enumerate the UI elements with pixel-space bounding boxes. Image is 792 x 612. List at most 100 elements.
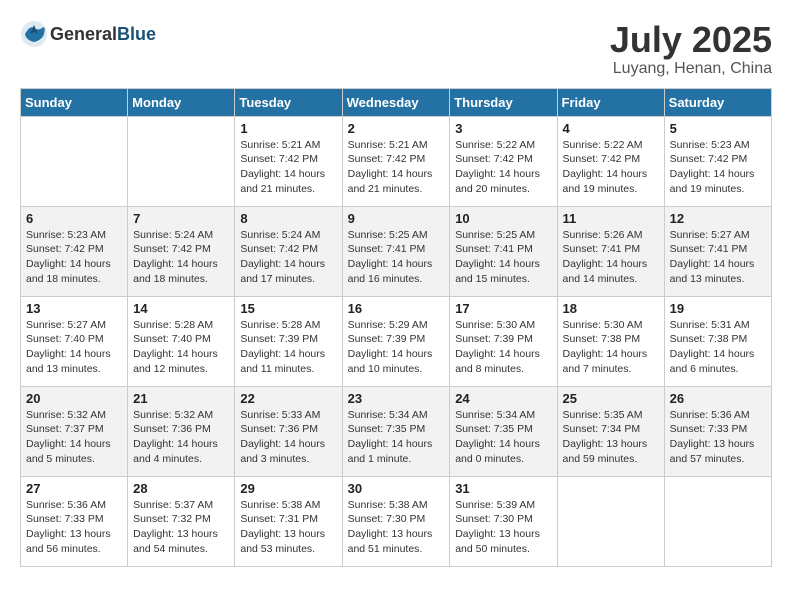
day-detail: Sunrise: 5:36 AM Sunset: 7:33 PM Dayligh… [670,408,766,467]
day-number: 30 [348,481,445,496]
calendar-day-cell: 17 Sunrise: 5:30 AM Sunset: 7:39 PM Dayli… [450,296,557,386]
day-number: 18 [563,301,659,316]
calendar-week-row: 27 Sunrise: 5:36 AM Sunset: 7:33 PM Dayli… [21,476,772,566]
calendar-day-cell: 9 Sunrise: 5:25 AM Sunset: 7:41 PM Daylig… [342,206,450,296]
day-number: 24 [455,391,551,406]
day-number: 27 [26,481,122,496]
logo: GeneralBlue [20,20,156,48]
calendar-day-cell: 24 Sunrise: 5:34 AM Sunset: 7:35 PM Dayli… [450,386,557,476]
weekday-header: Saturday [664,88,771,116]
day-detail: Sunrise: 5:25 AM Sunset: 7:41 PM Dayligh… [348,228,445,287]
calendar-day-cell [128,116,235,206]
day-detail: Sunrise: 5:26 AM Sunset: 7:41 PM Dayligh… [563,228,659,287]
logo-general: General [50,24,117,44]
calendar-day-cell: 29 Sunrise: 5:38 AM Sunset: 7:31 PM Dayli… [235,476,342,566]
day-number: 11 [563,211,659,226]
calendar-day-cell: 11 Sunrise: 5:26 AM Sunset: 7:41 PM Dayli… [557,206,664,296]
calendar-day-cell: 18 Sunrise: 5:30 AM Sunset: 7:38 PM Dayli… [557,296,664,386]
day-number: 23 [348,391,445,406]
day-number: 29 [240,481,336,496]
calendar-week-row: 6Sunrise: 5:23 AM Sunset: 7:42 PM Daylig… [21,206,772,296]
day-detail: Sunrise: 5:22 AM Sunset: 7:42 PM Dayligh… [455,138,551,197]
day-number: 26 [670,391,766,406]
calendar-day-cell: 26 Sunrise: 5:36 AM Sunset: 7:33 PM Dayli… [664,386,771,476]
calendar-day-cell: 6Sunrise: 5:23 AM Sunset: 7:42 PM Daylig… [21,206,128,296]
day-number: 20 [26,391,122,406]
day-detail: Sunrise: 5:24 AM Sunset: 7:42 PM Dayligh… [240,228,336,287]
day-detail: Sunrise: 5:21 AM Sunset: 7:42 PM Dayligh… [348,138,445,197]
day-detail: Sunrise: 5:31 AM Sunset: 7:38 PM Dayligh… [670,318,766,377]
weekday-header-row: SundayMondayTuesdayWednesdayThursdayFrid… [21,88,772,116]
calendar-day-cell: 14 Sunrise: 5:28 AM Sunset: 7:40 PM Dayli… [128,296,235,386]
day-detail: Sunrise: 5:38 AM Sunset: 7:31 PM Dayligh… [240,498,336,557]
day-detail: Sunrise: 5:37 AM Sunset: 7:32 PM Dayligh… [133,498,229,557]
calendar-day-cell: 22Sunrise: 5:33 AM Sunset: 7:36 PM Dayli… [235,386,342,476]
day-detail: Sunrise: 5:34 AM Sunset: 7:35 PM Dayligh… [455,408,551,467]
weekday-header: Friday [557,88,664,116]
calendar-day-cell [664,476,771,566]
calendar-title: July 2025 [610,20,772,60]
weekday-header: Monday [128,88,235,116]
day-detail: Sunrise: 5:23 AM Sunset: 7:42 PM Dayligh… [26,228,122,287]
day-number: 31 [455,481,551,496]
calendar-week-row: 20 Sunrise: 5:32 AM Sunset: 7:37 PM Dayli… [21,386,772,476]
calendar-day-cell: 4 Sunrise: 5:22 AM Sunset: 7:42 PM Daylig… [557,116,664,206]
day-detail: Sunrise: 5:36 AM Sunset: 7:33 PM Dayligh… [26,498,122,557]
calendar-day-cell: 27 Sunrise: 5:36 AM Sunset: 7:33 PM Dayli… [21,476,128,566]
day-number: 12 [670,211,766,226]
calendar-day-cell: 20 Sunrise: 5:32 AM Sunset: 7:37 PM Dayli… [21,386,128,476]
calendar-day-cell: 25 Sunrise: 5:35 AM Sunset: 7:34 PM Dayli… [557,386,664,476]
calendar-day-cell: 21Sunrise: 5:32 AM Sunset: 7:36 PM Dayli… [128,386,235,476]
calendar-subtitle: Luyang, Henan, China [610,60,772,78]
day-detail: Sunrise: 5:24 AM Sunset: 7:42 PM Dayligh… [133,228,229,287]
calendar-day-cell: 7 Sunrise: 5:24 AM Sunset: 7:42 PM Daylig… [128,206,235,296]
day-detail: Sunrise: 5:30 AM Sunset: 7:39 PM Dayligh… [455,318,551,377]
day-number: 10 [455,211,551,226]
day-detail: Sunrise: 5:33 AM Sunset: 7:36 PM Dayligh… [240,408,336,467]
logo-blue: Blue [117,24,156,44]
day-number: 16 [348,301,445,316]
day-number: 9 [348,211,445,226]
day-number: 8 [240,211,336,226]
day-detail: Sunrise: 5:27 AM Sunset: 7:41 PM Dayligh… [670,228,766,287]
logo-text: GeneralBlue [50,24,156,45]
day-number: 28 [133,481,229,496]
calendar-day-cell [557,476,664,566]
day-detail: Sunrise: 5:30 AM Sunset: 7:38 PM Dayligh… [563,318,659,377]
weekday-header: Wednesday [342,88,450,116]
day-detail: Sunrise: 5:38 AM Sunset: 7:30 PM Dayligh… [348,498,445,557]
calendar-table: SundayMondayTuesdayWednesdayThursdayFrid… [20,88,772,567]
weekday-header: Sunday [21,88,128,116]
day-detail: Sunrise: 5:23 AM Sunset: 7:42 PM Dayligh… [670,138,766,197]
title-area: July 2025 Luyang, Henan, China [610,20,772,78]
day-number: 17 [455,301,551,316]
logo-icon [20,20,48,48]
day-detail: Sunrise: 5:39 AM Sunset: 7:30 PM Dayligh… [455,498,551,557]
calendar-day-cell: 13Sunrise: 5:27 AM Sunset: 7:40 PM Dayli… [21,296,128,386]
day-number: 19 [670,301,766,316]
day-number: 1 [240,121,336,136]
calendar-day-cell: 1Sunrise: 5:21 AM Sunset: 7:42 PM Daylig… [235,116,342,206]
day-detail: Sunrise: 5:32 AM Sunset: 7:36 PM Dayligh… [133,408,229,467]
day-detail: Sunrise: 5:29 AM Sunset: 7:39 PM Dayligh… [348,318,445,377]
day-number: 14 [133,301,229,316]
day-detail: Sunrise: 5:32 AM Sunset: 7:37 PM Dayligh… [26,408,122,467]
calendar-header: GeneralBlue July 2025 Luyang, Henan, Chi… [20,20,772,78]
weekday-header: Thursday [450,88,557,116]
day-number: 3 [455,121,551,136]
day-detail: Sunrise: 5:35 AM Sunset: 7:34 PM Dayligh… [563,408,659,467]
day-detail: Sunrise: 5:22 AM Sunset: 7:42 PM Dayligh… [563,138,659,197]
calendar-day-cell: 2 Sunrise: 5:21 AM Sunset: 7:42 PM Daylig… [342,116,450,206]
day-number: 5 [670,121,766,136]
calendar-day-cell: 5 Sunrise: 5:23 AM Sunset: 7:42 PM Daylig… [664,116,771,206]
calendar-day-cell: 28 Sunrise: 5:37 AM Sunset: 7:32 PM Dayli… [128,476,235,566]
calendar-day-cell: 30 Sunrise: 5:38 AM Sunset: 7:30 PM Dayli… [342,476,450,566]
day-detail: Sunrise: 5:27 AM Sunset: 7:40 PM Dayligh… [26,318,122,377]
day-detail: Sunrise: 5:28 AM Sunset: 7:40 PM Dayligh… [133,318,229,377]
day-number: 7 [133,211,229,226]
day-number: 4 [563,121,659,136]
day-number: 25 [563,391,659,406]
calendar-day-cell: 15Sunrise: 5:28 AM Sunset: 7:39 PM Dayli… [235,296,342,386]
day-number: 2 [348,121,445,136]
calendar-week-row: 1 Sunrise: 5:21 AM Sunset: 7:42 PM Daylig… [21,116,772,206]
